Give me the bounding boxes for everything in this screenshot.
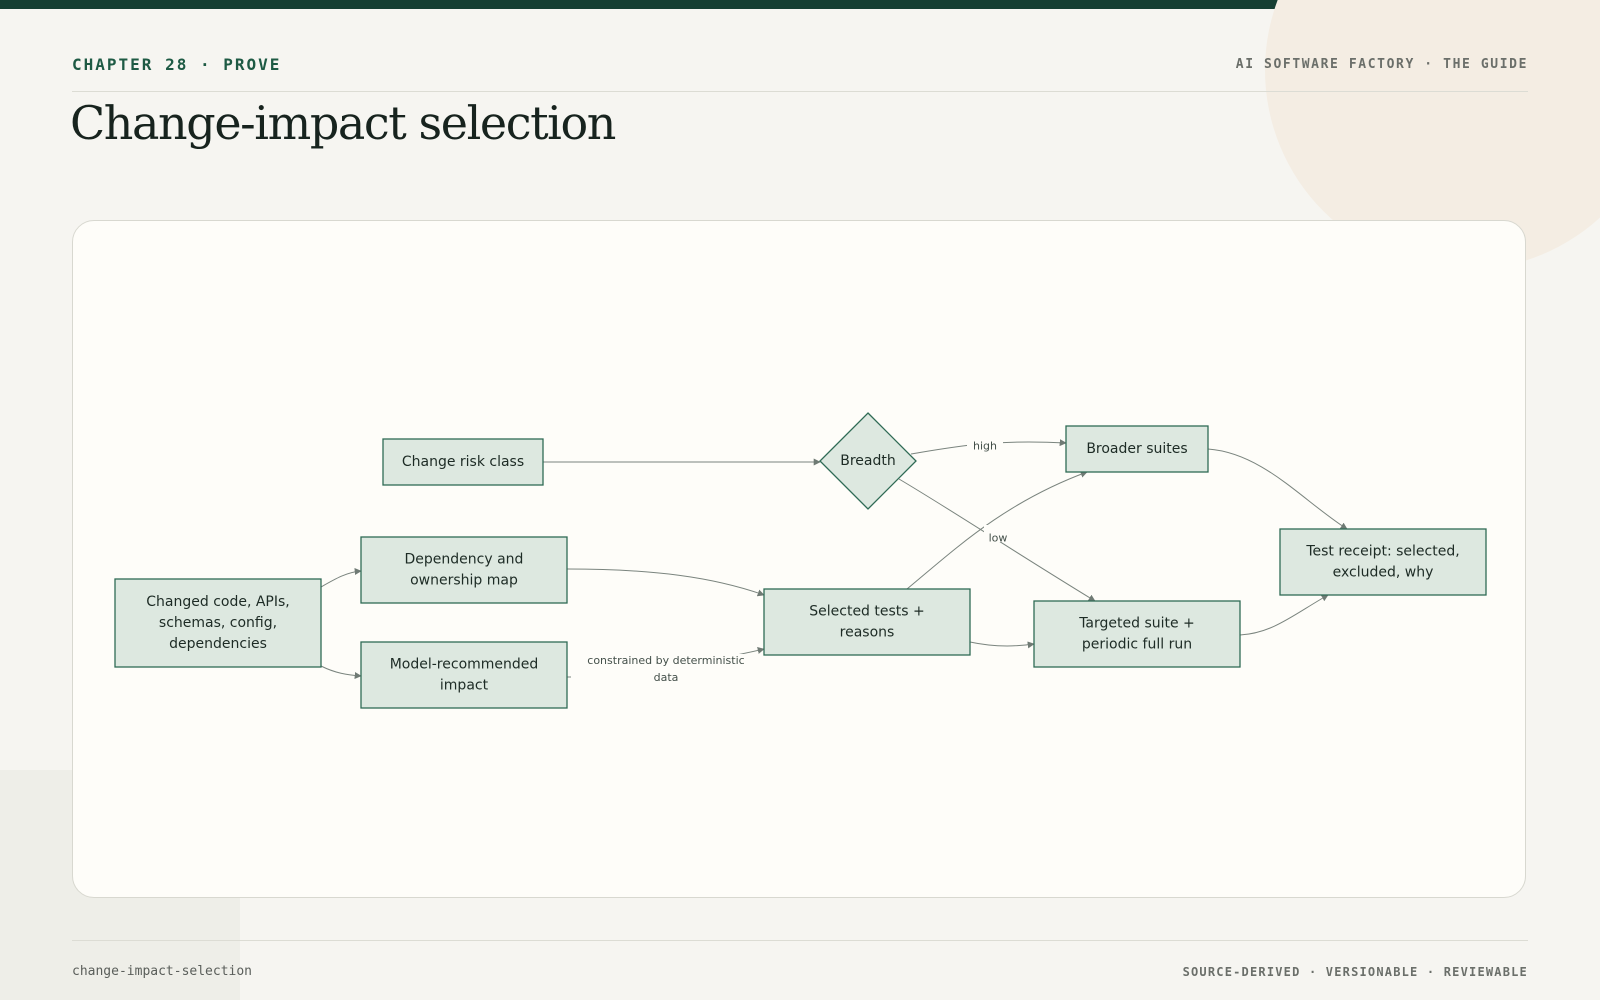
node-label: ownership map xyxy=(410,573,518,589)
node-box xyxy=(763,588,971,656)
edge-label-model-to-selected: constrained by deterministic data xyxy=(571,654,761,692)
node-label: Breadth xyxy=(840,453,896,469)
node-targeted: Targeted suite + periodic full run xyxy=(1033,600,1241,668)
node-label: periodic full run xyxy=(1082,637,1192,653)
edge-changed-to-model xyxy=(320,665,362,680)
node-label: dependencies xyxy=(169,636,267,652)
node-box xyxy=(360,641,568,709)
node-label: excluded, why xyxy=(1333,565,1434,581)
chapter-label: CHAPTER 28 · PROVE xyxy=(72,55,282,74)
node-broader: Broader suites xyxy=(1065,425,1209,473)
node-breadth: Breadth xyxy=(819,412,917,510)
edge-targeted-to-receipt xyxy=(1239,594,1329,636)
node-label: Targeted suite + xyxy=(1078,616,1195,632)
diagram-card: Changed code, APIs, schemas, config, depen… xyxy=(72,220,1526,898)
edge-changed-to-depmap xyxy=(320,567,362,588)
node-depmap: Dependency and ownership map xyxy=(360,536,568,604)
node-label: schemas, config, xyxy=(159,615,277,631)
edge-label-text: data xyxy=(654,671,679,684)
node-label: Dependency and xyxy=(405,552,524,568)
node-selected: Selected tests + reasons xyxy=(763,588,971,656)
node-label: impact xyxy=(440,678,489,694)
footer-tagline: SOURCE-DERIVED · VERSIONABLE · REVIEWABL… xyxy=(1182,965,1528,979)
page-footer: change-impact-selection SOURCE-DERIVED ·… xyxy=(72,940,1528,981)
edge-label-text: high xyxy=(973,440,997,453)
node-label: Model-recommended xyxy=(390,657,539,673)
edge-broader-to-receipt xyxy=(1207,448,1348,530)
edge-selected-to-targeted xyxy=(969,641,1035,649)
node-receipt: Test receipt: selected, excluded, why xyxy=(1279,528,1487,596)
node-box xyxy=(1033,600,1241,668)
node-risk: Change risk class xyxy=(382,438,544,486)
edge-depmap-to-selected xyxy=(566,568,765,597)
node-label: Selected tests + xyxy=(809,604,925,620)
node-label: Broader suites xyxy=(1086,441,1187,457)
node-box xyxy=(1279,528,1487,596)
flow-diagram: Changed code, APIs, schemas, config, depen… xyxy=(114,412,1487,709)
guide-label: AI SOFTWARE FACTORY · THE GUIDE xyxy=(1235,57,1528,72)
node-label: Test receipt: selected, xyxy=(1305,544,1459,560)
edge-label-text: low xyxy=(989,532,1008,545)
node-box xyxy=(360,536,568,604)
page-title: Change-impact selection xyxy=(70,96,616,150)
node-label: Change risk class xyxy=(402,454,524,470)
node-label: reasons xyxy=(840,625,895,641)
node-model: Model-recommended impact xyxy=(360,641,568,709)
edge-label-breadth-to-broader: high xyxy=(967,433,1003,453)
edge-label-text: constrained by deterministic xyxy=(587,654,744,667)
edge-label-breadth-to-targeted: low xyxy=(984,525,1012,545)
page-slug: change-impact-selection xyxy=(72,964,253,979)
page-header: CHAPTER 28 · PROVE AI SOFTWARE FACTORY ·… xyxy=(72,55,1528,92)
node-changed: Changed code, APIs, schemas, config, depen… xyxy=(114,578,322,668)
node-label: Changed code, APIs, xyxy=(146,594,290,610)
